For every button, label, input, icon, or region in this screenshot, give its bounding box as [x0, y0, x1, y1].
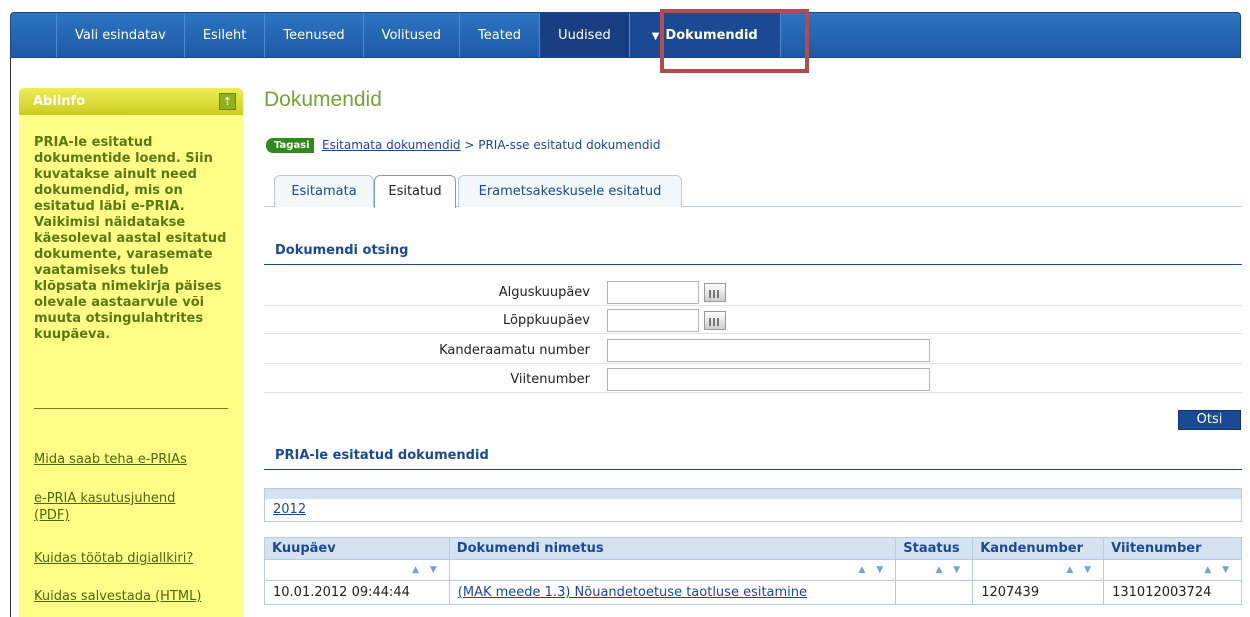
nav-dokumendid-label: Dokumendid — [665, 28, 758, 43]
kanderaamatu-input[interactable] — [607, 339, 930, 362]
nav-vali-esindatav[interactable]: Vali esindatav — [57, 13, 185, 57]
sort-arrows-icon[interactable]: ▲ ▼ — [972, 559, 1105, 581]
year-filter: 2012 — [264, 488, 1242, 522]
sidebar-header: Abiinfo ⇡ — [19, 88, 243, 115]
sidebar-link-kasutusjuhend[interactable]: e-PRIA kasutusjuhend (PDF) — [34, 490, 209, 524]
sidebar-divider — [34, 408, 228, 409]
search-heading: Dokumendi otsing — [264, 243, 1242, 265]
row-name-cell: (MAK meede 1.3) Nõuandetoetuse taotluse … — [448, 580, 897, 605]
list-heading: PRIA-le esitatud dokumendid — [264, 448, 1242, 470]
collapse-icon[interactable]: ⇡ — [219, 93, 236, 110]
table-row: 10.01.2012 09:44:44 (MAK meede 1.3) Nõua… — [264, 580, 1242, 605]
documents-table: Kuupäev Dokumendi nimetus Staatus Kanden… — [264, 537, 1242, 605]
nav-spacer — [11, 13, 57, 57]
nav-volitused[interactable]: Volitused — [364, 13, 461, 57]
tab-esitatud[interactable]: Esitatud — [374, 175, 456, 208]
column-header-viitenumber[interactable]: Viitenumber — [1103, 537, 1242, 560]
sort-arrows-icon[interactable]: ▲ ▼ — [895, 559, 974, 581]
dropdown-arrow-icon: ▼ — [651, 31, 660, 42]
field-row-kanderaamatu: Kanderaamatu number — [264, 338, 1242, 364]
nav-esileht[interactable]: Esileht — [185, 13, 266, 57]
sort-row: ▲ ▼ ▲ ▼ ▲ ▼ ▲ ▼ ▲ ▼ — [264, 559, 1242, 581]
sort-arrows-icon[interactable]: ▲ ▼ — [1103, 559, 1242, 581]
help-text: PRIA-le esitatud dokumentide loend. Siin… — [34, 135, 227, 342]
tab-esitamata[interactable]: Esitamata — [274, 175, 374, 207]
year-filter-bar — [265, 489, 1241, 499]
column-header-staatus[interactable]: Staatus — [895, 537, 974, 560]
nav-uudised[interactable]: Uudised — [540, 13, 630, 57]
breadcrumb-link-esitamata[interactable]: Esitamata dokumendid — [322, 138, 461, 152]
top-navigation: Vali esindatav Esileht Teenused Volituse… — [10, 12, 1241, 58]
table-header-row: Kuupäev Dokumendi nimetus Staatus Kanden… — [264, 537, 1242, 560]
row-reference: 131012003724 — [1103, 580, 1242, 605]
loppkuupaev-label: Lõppkuupäev — [503, 313, 590, 328]
column-header-kuupaev[interactable]: Kuupäev — [264, 537, 450, 560]
loppkuupaev-input[interactable] — [607, 309, 699, 332]
field-row-viitenumber: Viitenumber — [264, 367, 1242, 393]
kanderaamatu-label: Kanderaamatu number — [439, 343, 590, 358]
sidebar-link-salvestada[interactable]: Kuidas salvestada (HTML) — [34, 588, 201, 605]
nav-teenused[interactable]: Teenused — [265, 13, 364, 57]
nav-teated[interactable]: Teated — [460, 13, 541, 57]
alguskuupaev-input[interactable] — [607, 281, 699, 304]
field-row-alguskuupaev: Alguskuupäev — [264, 280, 1242, 306]
row-date: 10.01.2012 09:44:44 — [264, 580, 450, 605]
back-button[interactable]: Tagasi — [266, 138, 314, 153]
calendar-icon[interactable] — [704, 311, 726, 330]
column-header-nimetus[interactable]: Dokumendi nimetus — [448, 537, 897, 560]
tab-erametsakeskusele[interactable]: Erametsakeskusele esitatud — [458, 175, 682, 207]
nav-dokumendid[interactable]: ▼ Dokumendid — [629, 13, 781, 57]
column-header-kandenumber[interactable]: Kandenumber — [972, 537, 1105, 560]
search-button[interactable]: Otsi — [1178, 410, 1241, 430]
viitenumber-label: Viitenumber — [510, 372, 590, 387]
frame-border — [10, 58, 11, 617]
alguskuupaev-label: Alguskuupäev — [498, 285, 590, 300]
row-status — [895, 580, 974, 605]
sidebar-title: Abiinfo — [33, 94, 86, 109]
row-entry-number: 1207439 — [972, 580, 1105, 605]
document-link[interactable]: (MAK meede 1.3) Nõuandetoetuse taotluse … — [458, 585, 807, 600]
sort-arrows-icon[interactable]: ▲ ▼ — [448, 559, 897, 581]
sidebar-link-mida-saab-teha[interactable]: Mida saab teha e-PRIAs — [34, 451, 187, 468]
viitenumber-input[interactable] — [607, 368, 930, 391]
help-sidebar: Abiinfo ⇡ PRIA-le esitatud dokumentide l… — [19, 88, 243, 617]
year-link-2012[interactable]: 2012 — [273, 502, 306, 517]
breadcrumb: Esitamata dokumendid > PRIA-sse esitatud… — [322, 138, 660, 152]
sort-arrows-icon[interactable]: ▲ ▼ — [264, 559, 450, 581]
document-tabs: Esitamata Esitatud Erametsakeskusele esi… — [264, 175, 1242, 208]
sidebar-link-digiallkiri[interactable]: Kuidas töötab digiallkiri? — [34, 550, 193, 567]
calendar-icon[interactable] — [704, 283, 726, 302]
page-title: Dokumendid — [264, 88, 382, 111]
field-row-loppkuupaev: Lõppkuupäev — [264, 308, 1242, 334]
breadcrumb-current: > PRIA-sse esitatud dokumendid — [460, 138, 661, 152]
